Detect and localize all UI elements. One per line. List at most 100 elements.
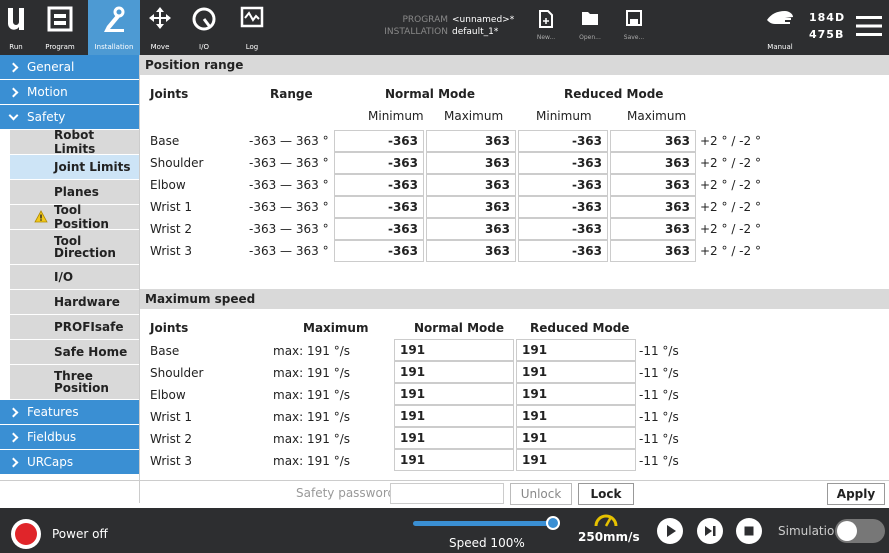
simulation-label: Simulation — [778, 524, 842, 538]
speed-slider-handle[interactable] — [546, 516, 560, 530]
sidebar-item-joint-limits[interactable]: Joint Limits — [10, 155, 139, 180]
sidebar-item-hardware[interactable]: Hardware — [10, 290, 139, 315]
stop-icon — [744, 526, 754, 536]
nav-run[interactable]: Run — [0, 0, 32, 55]
sidebar-item-urcaps[interactable]: URCaps — [0, 450, 139, 475]
normal-max-input[interactable]: 363 — [426, 196, 516, 218]
normal-max-input[interactable]: 363 — [426, 130, 516, 152]
play-button[interactable] — [657, 518, 683, 544]
normal-min-input[interactable]: -363 — [334, 174, 424, 196]
hamburger-menu-icon[interactable] — [856, 15, 882, 37]
warning-icon — [34, 209, 48, 222]
normal-max-input[interactable]: 363 — [426, 218, 516, 240]
nav-installation[interactable]: Installation — [88, 0, 140, 55]
reduced-min-input[interactable]: -363 — [518, 196, 608, 218]
installation-name: default_1* — [452, 27, 499, 37]
reduced-max-input[interactable]: 363 — [610, 196, 696, 218]
speed-slider[interactable] — [413, 516, 560, 530]
sidebar-sub-label: Tool Position — [54, 203, 109, 231]
stop-button[interactable] — [736, 518, 762, 544]
sidebar-item-general[interactable]: General — [0, 55, 139, 80]
reduced-speed-input[interactable]: 191 — [516, 383, 636, 405]
installation-key: INSTALLATION — [384, 27, 448, 37]
joint-name: Base — [150, 134, 180, 148]
sidebar-general-label: General — [27, 60, 75, 74]
reduced-min-input[interactable]: -363 — [518, 240, 608, 262]
speed-tolerance: -11 °/s — [639, 454, 679, 468]
normal-speed-input[interactable]: 191 — [394, 427, 514, 449]
reduced-speed-input[interactable]: 191 — [516, 405, 636, 427]
joint-name: Wrist 3 — [150, 244, 192, 258]
sidebar: General Motion Safety Robot Limits Joint… — [0, 55, 140, 503]
sidebar-item-io[interactable]: I/O — [10, 265, 139, 290]
normal-speed-input[interactable]: 191 — [394, 405, 514, 427]
normal-max-input[interactable]: 363 — [426, 240, 516, 262]
normal-speed-input[interactable]: 191 — [394, 361, 514, 383]
sidebar-item-tool-direction[interactable]: Tool Direction — [10, 230, 139, 265]
sidebar-item-safety[interactable]: Safety — [0, 105, 139, 130]
normal-min-input[interactable]: -363 — [334, 240, 424, 262]
simulation-toggle[interactable] — [835, 519, 885, 543]
sidebar-item-robot-limits[interactable]: Robot Limits — [10, 128, 139, 156]
normal-min-input[interactable]: -363 — [334, 130, 424, 152]
sidebar-item-three-position[interactable]: Three Position — [10, 365, 139, 400]
safety-password-input[interactable] — [390, 483, 504, 504]
normal-speed-input[interactable]: 191 — [394, 449, 514, 471]
reduced-min-input[interactable]: -363 — [518, 218, 608, 240]
normal-max-header: Maximum — [444, 109, 504, 123]
log-icon — [240, 6, 264, 28]
nav-log[interactable]: Log — [236, 0, 268, 55]
nav-move[interactable]: Move — [140, 0, 180, 55]
reduced-max-input[interactable]: 363 — [610, 152, 696, 174]
reduced-speed-input[interactable]: 191 — [516, 449, 636, 471]
sidebar-item-profisafe[interactable]: PROFIsafe — [10, 315, 139, 340]
reduced-min-input[interactable]: -363 — [518, 152, 608, 174]
reduced-speed-input[interactable]: 191 — [516, 361, 636, 383]
joint-range: -363 — 363 ° — [249, 244, 329, 258]
sidebar-item-safe-home[interactable]: Safe Home — [10, 340, 139, 365]
reduced-min-input[interactable]: -363 — [518, 130, 608, 152]
reduced-max-input[interactable]: 363 — [610, 218, 696, 240]
joint-name: Wrist 1 — [150, 410, 192, 424]
reduced-max-input[interactable]: 363 — [610, 130, 696, 152]
joint-name: Elbow — [150, 388, 186, 402]
open-button[interactable]: Open... — [575, 0, 605, 55]
sidebar-sub-label: Three Position — [54, 369, 109, 395]
power-button[interactable] — [11, 519, 41, 549]
normal-min-input[interactable]: -363 — [334, 218, 424, 240]
installation-icon — [104, 6, 125, 32]
mode-button[interactable]: Manual — [760, 0, 800, 55]
sidebar-item-motion[interactable]: Motion — [0, 80, 139, 105]
nav-installation-label: Installation — [94, 43, 134, 51]
new-button[interactable]: New... — [531, 0, 561, 55]
nav-io[interactable]: I/O — [184, 0, 224, 55]
reduced-max-input[interactable]: 363 — [610, 240, 696, 262]
nav-run-label: Run — [9, 43, 23, 51]
normal-speed-input[interactable]: 191 — [394, 339, 514, 361]
reduced-speed-input[interactable]: 191 — [516, 339, 636, 361]
reduced-max-input[interactable]: 363 — [610, 174, 696, 196]
sidebar-item-tool-position[interactable]: Tool Position — [10, 203, 139, 231]
maximum-speed-header: Maximum speed — [140, 289, 889, 309]
step-button[interactable] — [697, 518, 723, 544]
normal-min-input[interactable]: -363 — [334, 152, 424, 174]
col-range: Range — [270, 87, 313, 101]
mode-label: Manual — [767, 43, 793, 51]
sidebar-features-label: Features — [27, 405, 79, 419]
sidebar-sub-label: Joint Limits — [54, 160, 131, 174]
save-button[interactable]: Save... — [619, 0, 649, 55]
normal-min-input[interactable]: -363 — [334, 196, 424, 218]
normal-max-input[interactable]: 363 — [426, 174, 516, 196]
apply-button[interactable]: Apply — [827, 483, 885, 505]
sidebar-item-features[interactable]: Features — [0, 400, 139, 425]
lock-button[interactable]: Lock — [578, 483, 634, 505]
unlock-button[interactable]: Unlock — [510, 483, 572, 505]
reduced-min-input[interactable]: -363 — [518, 174, 608, 196]
normal-speed-input[interactable]: 191 — [394, 383, 514, 405]
sidebar-item-planes[interactable]: Planes — [10, 180, 139, 205]
nav-program[interactable]: Program — [32, 0, 88, 55]
program-key: PROGRAM — [402, 15, 448, 25]
reduced-speed-input[interactable]: 191 — [516, 427, 636, 449]
sidebar-item-fieldbus[interactable]: Fieldbus — [0, 425, 139, 450]
normal-max-input[interactable]: 363 — [426, 152, 516, 174]
